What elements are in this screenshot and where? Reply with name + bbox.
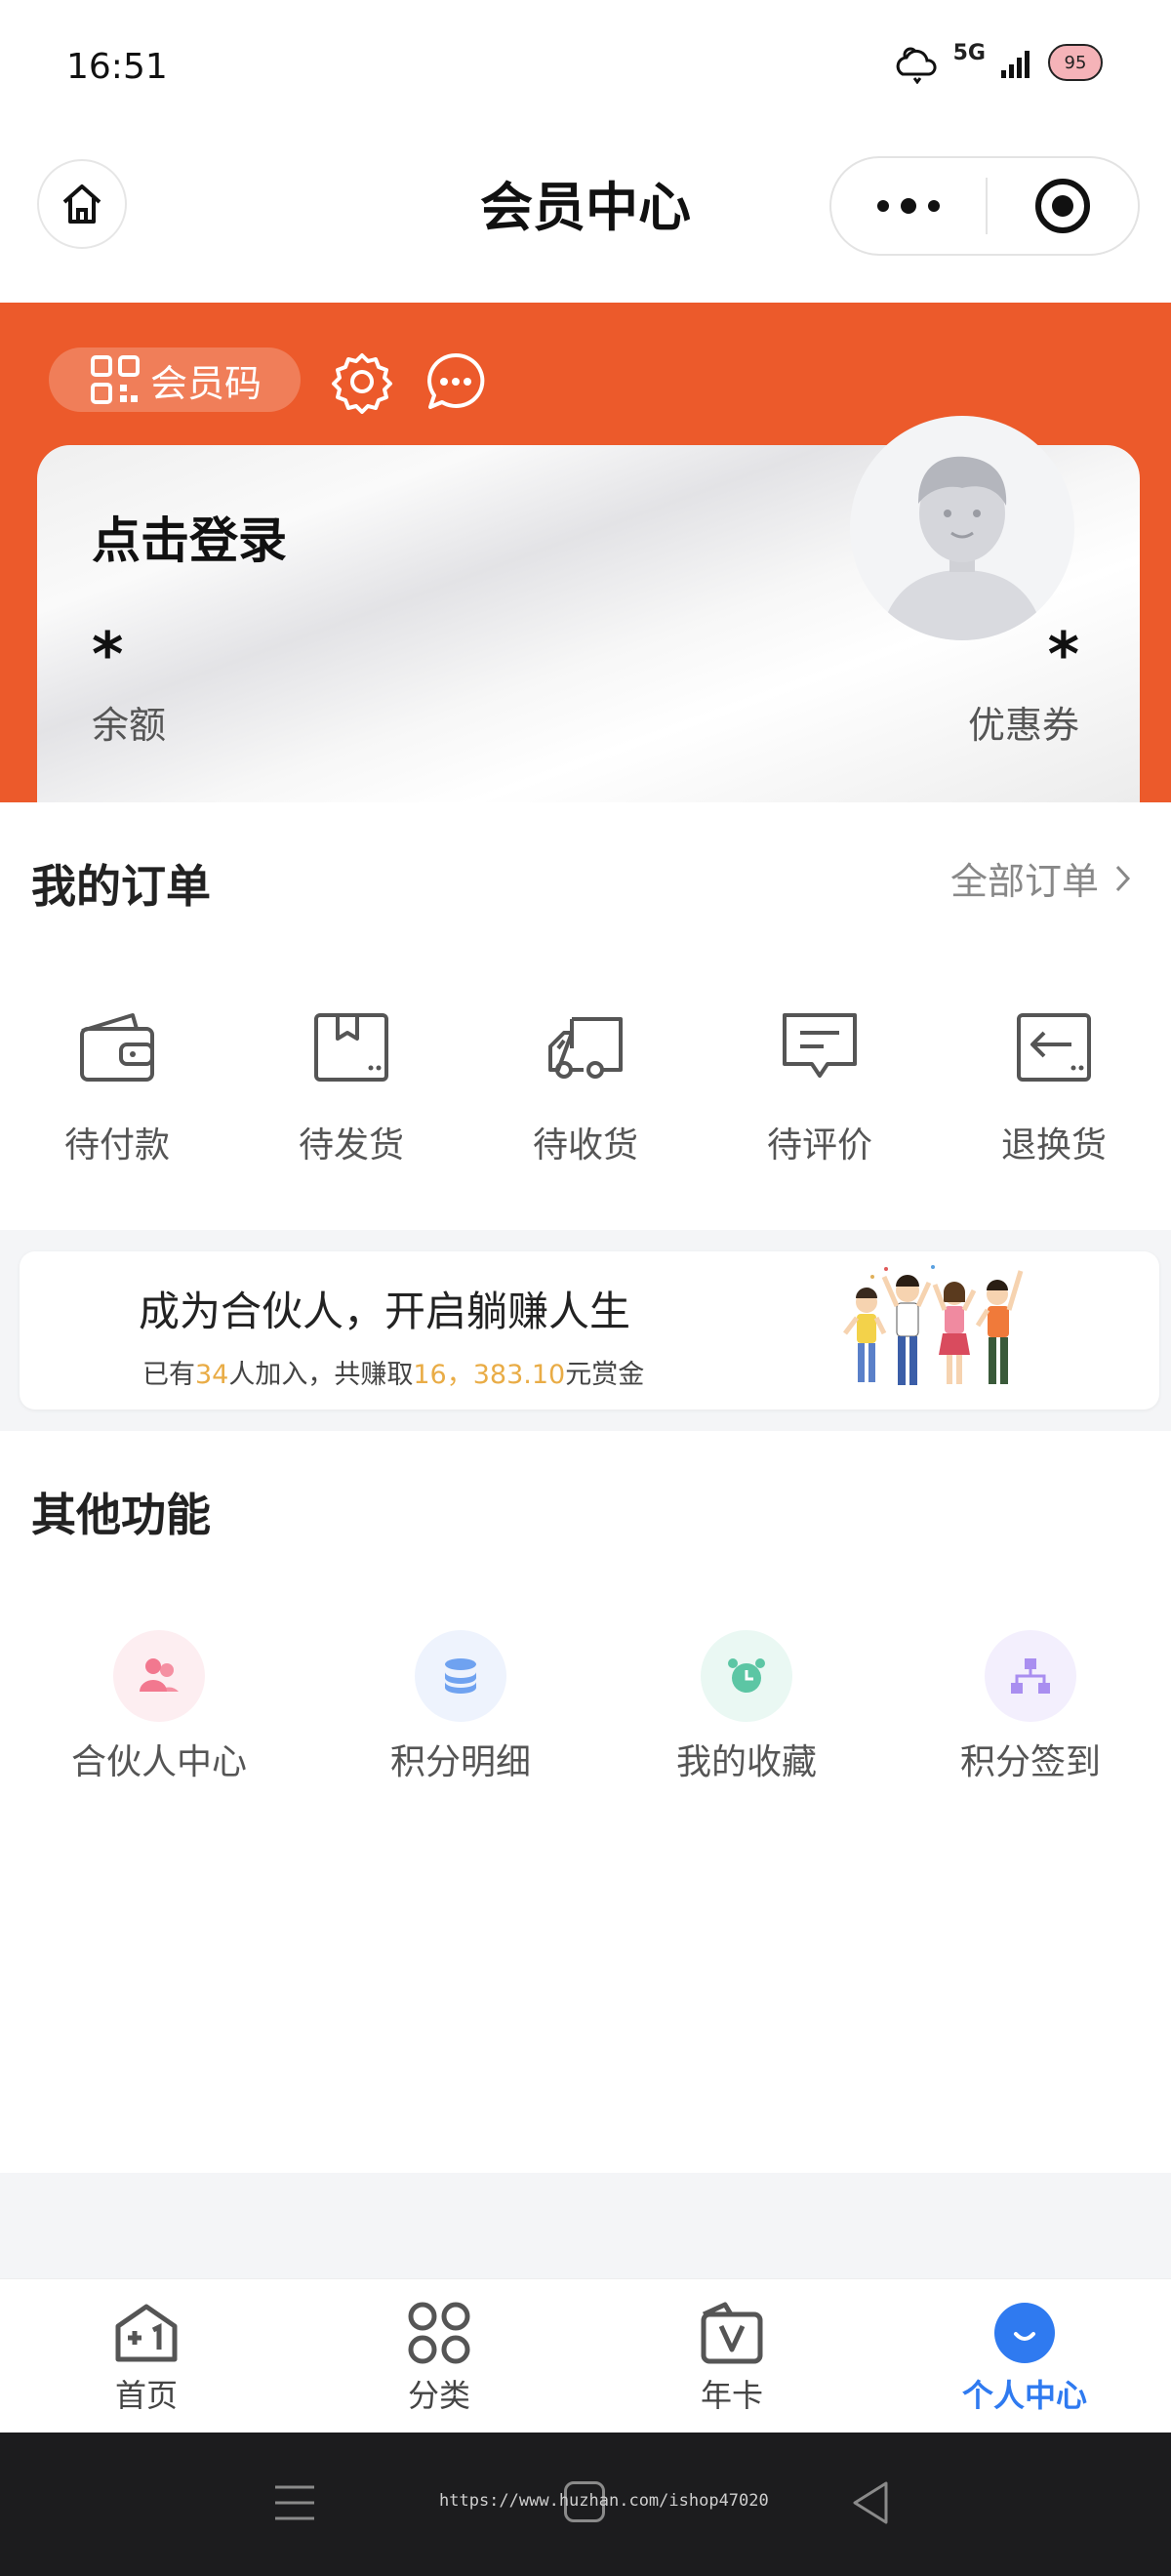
- order-item-label: 退换货: [1000, 1125, 1107, 1165]
- order-item-label: 待付款: [63, 1125, 170, 1165]
- partner-title: 成为合伙人，开启躺赚人生: [139, 1288, 631, 1335]
- weather-icon: [896, 47, 937, 84]
- func-points-detail[interactable]: 积分明细: [334, 1630, 587, 1784]
- partner-subtitle: 已有34人加入，共赚取16，383.10元赏金: [142, 1353, 644, 1391]
- login-link[interactable]: 点击登录: [92, 502, 287, 572]
- nav-header: 会员中心: [0, 137, 1171, 303]
- order-pending-receipt[interactable]: 待收货: [468, 1009, 703, 1167]
- tab-bar: 首页 分类 年卡 个人中心: [0, 2278, 1171, 2433]
- func-label: 积分明细: [389, 1742, 531, 1782]
- tab-home[interactable]: 首页: [49, 2301, 244, 2416]
- partner-amount: 16，383.10: [413, 1360, 566, 1390]
- func-icon-circle: [985, 1630, 1076, 1722]
- default-avatar-icon: [879, 456, 1045, 640]
- people-icon: [140, 1658, 179, 1692]
- all-orders-label: 全部订单: [949, 860, 1099, 903]
- more-button[interactable]: [831, 158, 986, 254]
- func-label: 合伙人中心: [70, 1742, 247, 1782]
- order-item-label: 待发货: [298, 1125, 404, 1165]
- func-partner-center[interactable]: 合伙人中心: [32, 1630, 286, 1784]
- status-bar: 16:51 5G 95: [0, 0, 1171, 137]
- coupon-value: *: [1047, 619, 1079, 690]
- watermark: https://www.huzhan.com/ishop47020: [439, 2491, 769, 2511]
- partner-count: 34: [195, 1360, 229, 1390]
- coins-icon: [445, 1658, 476, 1694]
- func-points-checkin[interactable]: 积分签到: [904, 1630, 1157, 1784]
- order-item-label: 待收货: [532, 1125, 638, 1165]
- return-icon: [1017, 1013, 1091, 1082]
- home-tab-icon: [115, 2304, 178, 2362]
- tab-label: 年卡: [700, 2377, 763, 2414]
- close-mini-program-button[interactable]: [988, 158, 1138, 254]
- coupon-label[interactable]: 优惠券: [968, 695, 1079, 749]
- package-icon: [314, 1013, 388, 1082]
- order-pending-payment[interactable]: 待付款: [0, 1009, 234, 1167]
- battery-icon: 95: [1048, 44, 1103, 81]
- signal-icon: [1001, 51, 1030, 78]
- message-button[interactable]: [422, 348, 490, 416]
- tab-label: 首页: [114, 2377, 178, 2414]
- func-label: 我的收藏: [675, 1742, 817, 1782]
- annual-card-icon: [701, 2302, 763, 2364]
- func-icon-circle: [113, 1630, 205, 1722]
- menu-icon[interactable]: [273, 2481, 316, 2524]
- order-pending-review[interactable]: 待评价: [703, 1009, 937, 1167]
- status-time: 16:51: [66, 47, 168, 87]
- chevron-right-icon: [1115, 865, 1131, 891]
- partner-sub-mid: 人加入，共赚取: [228, 1360, 414, 1390]
- qr-code-icon: [91, 355, 140, 404]
- status-icons: 5G 95: [895, 41, 1103, 84]
- profile-icon: [994, 2303, 1055, 2363]
- chat-bubble-icon: [427, 352, 485, 409]
- tab-category[interactable]: 分类: [342, 2301, 537, 2416]
- system-navigation-bar: https://www.huzhan.com/ishop47020: [0, 2433, 1171, 2576]
- orders-title: 我的订单: [31, 860, 211, 913]
- bottom-gap: [0, 2173, 1171, 2278]
- orders-section: 我的订单 全部订单 待付款 待发货 待收货 待评价 退换货: [0, 802, 1171, 1230]
- member-code-button[interactable]: 会员码: [49, 348, 301, 412]
- tab-label: 分类: [407, 2377, 470, 2414]
- more-dot-icon: [928, 200, 940, 212]
- balance-label[interactable]: 余额: [92, 695, 166, 749]
- settings-button[interactable]: [328, 348, 396, 416]
- avatar[interactable]: [850, 416, 1074, 640]
- func-my-favorites[interactable]: 我的收藏: [620, 1630, 873, 1784]
- order-returns[interactable]: 退换货: [937, 1009, 1171, 1167]
- target-icon: [1035, 179, 1090, 233]
- tab-label: 个人中心: [961, 2377, 1087, 2414]
- other-functions-section: 其他功能 合伙人中心 积分明细 我的收藏 积分签到: [0, 1431, 1171, 2173]
- order-item-label: 待评价: [766, 1125, 872, 1165]
- wallet-icon: [80, 1013, 154, 1082]
- alarm-clock-icon: [728, 1658, 765, 1693]
- member-code-label: 会员码: [150, 361, 262, 405]
- all-orders-link[interactable]: 全部订单: [950, 851, 1132, 905]
- partner-sub-suffix: 元赏金: [565, 1360, 645, 1390]
- truck-icon: [548, 1017, 623, 1079]
- partner-banner[interactable]: 成为合伙人，开启躺赚人生 已有34人加入，共赚取16，383.10元赏金: [20, 1251, 1159, 1410]
- network-label: 5G: [952, 40, 986, 65]
- more-dot-icon: [901, 198, 916, 214]
- gear-icon: [332, 353, 392, 414]
- functions-title: 其他功能: [31, 1489, 211, 1541]
- battery-level: 95: [1064, 52, 1087, 73]
- func-icon-circle: [701, 1630, 792, 1722]
- balance-value: *: [92, 619, 124, 690]
- func-label: 积分签到: [959, 1742, 1101, 1782]
- hierarchy-icon: [1011, 1658, 1050, 1694]
- tab-profile[interactable]: 个人中心: [927, 2301, 1122, 2416]
- partner-sub-prefix: 已有: [142, 1360, 195, 1390]
- func-icon-circle: [415, 1630, 506, 1722]
- mini-program-capsule: [829, 156, 1140, 256]
- category-icon: [408, 2302, 470, 2364]
- order-status-row: 待付款 待发货 待收货 待评价 退换货: [0, 1009, 1171, 1167]
- more-dot-icon: [877, 200, 889, 212]
- order-pending-shipment[interactable]: 待发货: [234, 1009, 468, 1167]
- tab-annual-card[interactable]: 年卡: [634, 2301, 829, 2416]
- comment-icon: [783, 1013, 857, 1078]
- cheering-people-illustration: [843, 1265, 1024, 1385]
- back-triangle-icon[interactable]: [849, 2479, 892, 2526]
